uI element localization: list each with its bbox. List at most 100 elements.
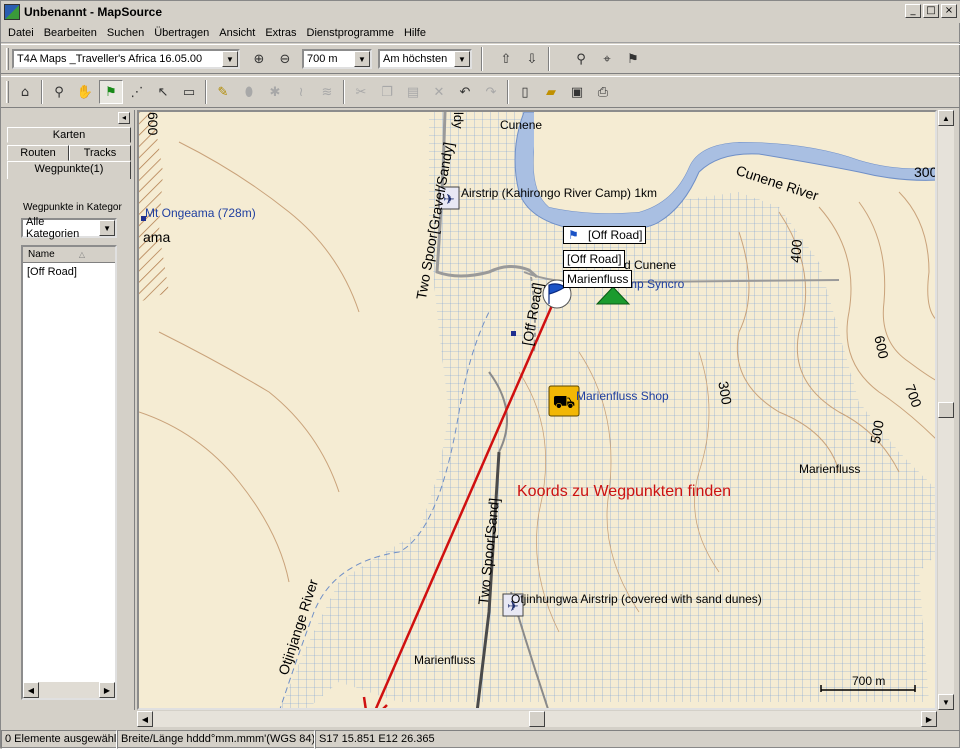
divide-track-icon[interactable]: ≀ — [289, 80, 313, 104]
zoom-in-icon[interactable]: ⊕ — [247, 47, 271, 71]
sidebar-panel: ◂ Karten Routen Tracks Wegpunkte(1) Wegp… — [3, 110, 135, 710]
menu-suchen[interactable]: Suchen — [102, 27, 149, 39]
zoom-out-icon[interactable]: ⊖ — [273, 47, 297, 71]
category-select[interactable]: Alle Kategorien ▼ — [21, 216, 117, 240]
copy-icon[interactable]: ❐ — [375, 80, 399, 104]
waypoint-list: Name △ [Off Road] ◀ ▶ — [21, 245, 117, 700]
scroll-right-icon[interactable]: ▶ — [921, 711, 937, 727]
tab-tracks[interactable]: Tracks — [69, 145, 131, 161]
toolbar-top: T4A Maps _Traveller's Africa 16.05.00 ▼ … — [1, 44, 960, 74]
scroll-down-icon[interactable]: ▼ — [938, 694, 954, 710]
list-item[interactable]: [Off Road] — [23, 263, 115, 281]
svg-text:⛟: ⛟ — [553, 392, 576, 413]
toolbar-grip[interactable] — [6, 81, 9, 103]
print-icon[interactable]: ⎙ — [591, 80, 615, 104]
chevron-down-icon: ▼ — [454, 51, 470, 67]
map-vertical-scrollbar[interactable]: ▲ ▼ — [938, 110, 954, 710]
undo-icon[interactable]: ↶ — [453, 80, 477, 104]
label-marienfluss-shop: Marienfluss Shop — [576, 389, 669, 403]
edit-track-icon[interactable]: ✱ — [263, 80, 287, 104]
category-label: Wegpunkte in Kategor — [23, 202, 122, 213]
label-camp-syncro: mp Syncro — [627, 277, 685, 291]
map-tool-icon[interactable]: ⌂ — [13, 80, 37, 104]
title-bar: Unbenannt - MapSource _ □ × — [1, 1, 960, 23]
list-column-header[interactable]: Name △ — [23, 247, 115, 263]
label-cunene-town: Cunene — [500, 118, 543, 132]
map-view[interactable]: ✈ ✈ ⛟ Cunene Cunene River 300 Airstrip (… — [137, 110, 937, 710]
new-file-icon[interactable]: ▯ — [513, 80, 537, 104]
waypoint-tool-icon[interactable]: ⚑ — [99, 80, 123, 104]
detail-value: Am höchsten — [383, 53, 448, 65]
save-icon[interactable]: ▣ — [565, 80, 589, 104]
sidebar-close-icon[interactable]: ◂ — [118, 112, 130, 124]
close-button[interactable]: × — [941, 4, 957, 18]
toolbar-separator — [548, 47, 550, 71]
tab-routen[interactable]: Routen — [7, 145, 69, 161]
scroll-left-icon[interactable]: ◀ — [23, 682, 39, 698]
menu-bar: Datei Bearbeiten Suchen Übertragen Ansic… — [1, 23, 960, 43]
cut-icon[interactable]: ✂ — [349, 80, 373, 104]
mapsource-app-icon — [4, 4, 20, 20]
status-coordinates: S17 15.851 E12 26.365 — [315, 730, 960, 749]
menu-ansicht[interactable]: Ansicht — [214, 27, 260, 39]
find-places-icon[interactable]: ⚑ — [621, 47, 645, 71]
chevron-down-icon: ▼ — [222, 51, 238, 67]
map-graphics: ✈ ✈ ⛟ — [139, 112, 935, 708]
toolbar-grip[interactable] — [6, 48, 9, 70]
send-to-device-icon[interactable]: ⇩ — [520, 47, 544, 71]
toolbar-separator — [343, 80, 345, 104]
label-marienfluss-bottom: Marienfluss — [414, 653, 476, 667]
scroll-right-icon[interactable]: ▶ — [99, 682, 115, 698]
zoom-level-value: 700 m — [307, 53, 338, 65]
minimize-button[interactable]: _ — [905, 4, 921, 18]
redo-icon[interactable]: ↷ — [479, 80, 503, 104]
scroll-up-icon[interactable]: ▲ — [938, 110, 954, 126]
map-product-select[interactable]: T4A Maps _Traveller's Africa 16.05.00 ▼ — [12, 49, 240, 69]
window-title: Unbenannt - MapSource — [24, 5, 163, 19]
toolbar-tools: ⌂ ⚲ ✋ ⚑ ⋰ ↖ ▭ ✎ ⬮ ✱ ≀ ≋ ✂ ❐ ▤ ✕ ↶ ↷ ▯ ▰ … — [1, 76, 960, 108]
horizontal-scroll-thumb[interactable] — [529, 711, 545, 727]
toolbar-separator — [507, 80, 509, 104]
selection-tool-icon[interactable]: ↖ — [151, 80, 175, 104]
menu-bearbeiten[interactable]: Bearbeiten — [39, 27, 102, 39]
vertical-scroll-thumb[interactable] — [938, 402, 954, 418]
maximize-button[interactable]: □ — [923, 4, 939, 18]
list-horizontal-scrollbar[interactable]: ◀ ▶ — [23, 682, 115, 698]
paste-icon[interactable]: ▤ — [401, 80, 425, 104]
detail-select[interactable]: Am höchsten ▼ — [378, 49, 472, 69]
find-nearest-icon[interactable]: ⌖ — [595, 47, 619, 71]
menu-dienstprogramme[interactable]: Dienstprogramme — [302, 27, 399, 39]
tab-karten[interactable]: Karten — [7, 127, 131, 143]
chevron-down-icon: ▼ — [354, 51, 370, 67]
column-name-label: Name — [28, 249, 55, 260]
find-binoculars-icon[interactable]: ⚲ — [569, 47, 593, 71]
hand-tool-icon[interactable]: ✋ — [73, 80, 97, 104]
status-selection: 0 Elemente ausgewählt — [1, 730, 117, 749]
scroll-left-icon[interactable]: ◀ — [137, 711, 153, 727]
tab-wegpunkte[interactable]: Wegpunkte(1) — [7, 161, 131, 179]
category-value: Alle Kategorien — [26, 216, 80, 240]
open-folder-icon[interactable]: ▰ — [539, 80, 563, 104]
measure-tool-icon[interactable]: ▭ — [177, 80, 201, 104]
label-otjinhungwa-airstrip: Otjinhungwa Airstrip (covered with sand … — [511, 592, 762, 606]
pencil-tool-icon[interactable]: ✎ — [211, 80, 235, 104]
label-airstrip-kahirongo: Airstrip (Kahirongo River Camp) 1km — [461, 186, 658, 200]
menu-hilfe[interactable]: Hilfe — [399, 27, 431, 39]
status-format: Breite/Länge hddd°mm.mmm'(WGS 84) — [117, 730, 315, 749]
tooltip-place: Marienfluss — [563, 270, 633, 288]
route-tool-icon[interactable]: ⋰ — [125, 80, 149, 104]
map-horizontal-scrollbar[interactable]: ◀ ▶ — [137, 711, 937, 727]
zoom-level-select[interactable]: 700 m ▼ — [302, 49, 372, 69]
status-bar: 0 Elemente ausgewählt Breite/Länge hddd°… — [1, 730, 960, 749]
menu-uebertragen[interactable]: Übertragen — [149, 27, 214, 39]
tooltip-flag-text: [Off Road] — [588, 228, 643, 242]
zoom-tool-icon[interactable]: ⚲ — [47, 80, 71, 104]
tooltip-flag: ⚑ [Off Road] — [563, 226, 647, 244]
toolbar-separator — [205, 80, 207, 104]
erase-tool-icon[interactable]: ⬮ — [237, 80, 261, 104]
menu-extras[interactable]: Extras — [260, 27, 301, 39]
menu-datei[interactable]: Datei — [3, 27, 39, 39]
receive-from-device-icon[interactable]: ⇧ — [494, 47, 518, 71]
join-track-icon[interactable]: ≋ — [315, 80, 339, 104]
delete-icon[interactable]: ✕ — [427, 80, 451, 104]
